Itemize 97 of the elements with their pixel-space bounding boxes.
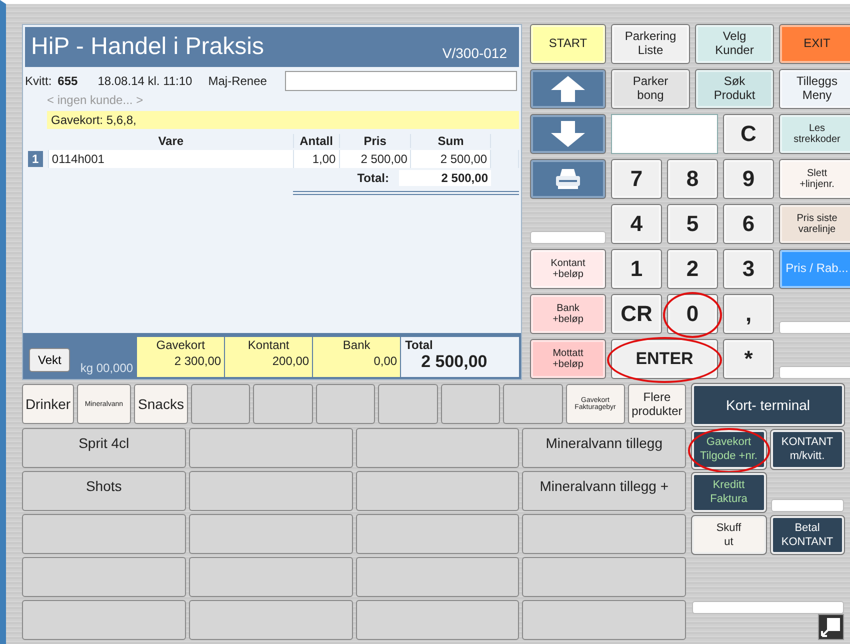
- column-header: Antall: [294, 134, 340, 148]
- date-time: 18.08.14 kl. 11:10: [98, 74, 192, 88]
- key-button[interactable]: Tilleggs Meny: [779, 69, 850, 109]
- printer-icon: [555, 168, 581, 190]
- empty-tab[interactable]: [440, 384, 500, 424]
- receipt-number: 655: [58, 74, 78, 88]
- empty-tab[interactable]: [378, 384, 438, 424]
- table-cell: 1,00: [294, 150, 340, 168]
- empty-product-button[interactable]: [356, 600, 520, 640]
- key-button[interactable]: Søk Produkt: [695, 69, 774, 109]
- number-key[interactable]: 6: [723, 204, 774, 244]
- number-key[interactable]: 0: [667, 294, 718, 334]
- payment-button[interactable]: Skuff ut: [692, 516, 766, 554]
- payment-button[interactable]: Gavekort Tilgode +nr.: [692, 430, 766, 469]
- weight-button[interactable]: Vekt: [29, 348, 70, 372]
- key-button[interactable]: START: [530, 24, 606, 64]
- key-button[interactable]: EXIT: [779, 24, 850, 64]
- total-value: 2 500,00: [399, 170, 491, 186]
- receipt-label: Kvitt:: [25, 74, 52, 88]
- key-button[interactable]: Velg Kunder: [695, 24, 774, 64]
- empty-product-button[interactable]: [188, 600, 352, 640]
- total-label: Total:: [357, 171, 389, 185]
- number-key[interactable]: *: [723, 339, 774, 379]
- category-tab[interactable]: Flere produkter: [628, 384, 686, 424]
- product-button[interactable]: Sprit 4cl: [22, 428, 186, 468]
- version-label: V/300-012: [442, 45, 507, 61]
- app-title: HiP - Handel i Praksis: [31, 33, 264, 61]
- payment-button[interactable]: Kreditt Faktura: [692, 472, 766, 512]
- arrow-up-button[interactable]: [530, 69, 606, 109]
- product-button[interactable]: Shots: [22, 471, 186, 511]
- payment-button[interactable]: Betal KONTANT: [770, 516, 844, 554]
- number-key[interactable]: ,: [723, 294, 774, 334]
- arrow-down-button[interactable]: [530, 114, 606, 154]
- line-number: 1: [28, 151, 43, 167]
- column-header: Sum: [411, 134, 492, 148]
- amount-field[interactable]: [611, 114, 718, 154]
- total-cell: Total 2 500,00: [401, 337, 519, 377]
- payment-button[interactable]: KONTANT m/kvitt.: [770, 430, 844, 469]
- cashier-name: Maj-Renee: [208, 74, 267, 88]
- empty-product-button[interactable]: [188, 557, 352, 597]
- payment-cell: Gavekort 2 300,00: [137, 337, 226, 377]
- number-key[interactable]: C: [723, 114, 774, 154]
- empty-product-button[interactable]: [356, 514, 520, 554]
- empty-product-button[interactable]: [22, 514, 186, 554]
- key-button[interactable]: Bank +beløp: [530, 294, 606, 334]
- empty-product-button[interactable]: [188, 428, 352, 468]
- empty-product-button[interactable]: [22, 557, 186, 597]
- number-key[interactable]: 8: [667, 159, 718, 199]
- number-key[interactable]: 5: [667, 204, 718, 244]
- number-key[interactable]: 9: [723, 159, 774, 199]
- empty-tab[interactable]: [316, 384, 376, 424]
- empty-product-button[interactable]: [188, 514, 352, 554]
- key-button[interactable]: Les strekkoder: [779, 114, 850, 154]
- empty-product-button[interactable]: [522, 600, 686, 640]
- number-key[interactable]: 7: [611, 159, 662, 199]
- resize-icon: [821, 617, 841, 637]
- empty-tab[interactable]: [253, 384, 313, 424]
- number-key[interactable]: 1: [611, 249, 662, 289]
- empty-product-button[interactable]: [22, 600, 186, 640]
- weight-value: kg 00,000: [80, 361, 134, 375]
- number-key[interactable]: 3: [723, 249, 774, 289]
- empty-tab[interactable]: [191, 384, 250, 424]
- input-field[interactable]: [284, 71, 517, 91]
- enter-key[interactable]: ENTER: [611, 339, 718, 379]
- key-button[interactable]: Parker bong: [611, 69, 690, 109]
- key-button[interactable]: Parkering Liste: [611, 24, 690, 64]
- table-cell: 0114h001: [48, 150, 294, 168]
- arrow-down-icon: [550, 120, 586, 148]
- key-button[interactable]: Mottatt +beløp: [530, 339, 606, 379]
- gift-card-note: Gavekort: 5,6,8,: [47, 111, 519, 129]
- number-key[interactable]: 4: [611, 204, 662, 244]
- key-button[interactable]: Kontant +beløp: [530, 249, 606, 289]
- printer-button[interactable]: [530, 159, 606, 199]
- table-cell: 2 500,00: [411, 150, 492, 168]
- empty-product-button[interactable]: [188, 471, 352, 511]
- resize-button[interactable]: [818, 614, 844, 640]
- column-header: Vare: [48, 134, 294, 148]
- key-button[interactable]: Slett +linjenr.: [779, 159, 850, 199]
- product-button[interactable]: Mineralvann tillegg +: [522, 471, 686, 511]
- payment-cell: Kontant 200,00: [225, 337, 314, 377]
- empty-product-button[interactable]: [522, 557, 686, 597]
- payment-button[interactable]: Kort- terminal: [692, 384, 844, 426]
- empty-product-button[interactable]: [356, 471, 520, 511]
- category-tab[interactable]: Snacks: [134, 384, 188, 424]
- empty-tab[interactable]: [503, 384, 563, 424]
- column-header: Pris: [340, 134, 412, 148]
- table-cell: 2 500,00: [340, 150, 412, 168]
- empty-product-button[interactable]: [356, 428, 520, 468]
- product-button[interactable]: Mineralvann tillegg: [522, 428, 686, 468]
- empty-product-button[interactable]: [522, 514, 686, 554]
- key-button[interactable]: Pris siste varelinje: [779, 204, 850, 244]
- empty-product-button[interactable]: [356, 557, 520, 597]
- arrow-up-icon: [550, 75, 586, 103]
- category-tab[interactable]: Drinker: [22, 384, 74, 424]
- number-key[interactable]: 2: [667, 249, 718, 289]
- payment-cell: Bank 0,00: [313, 337, 402, 377]
- number-key[interactable]: CR: [611, 294, 662, 334]
